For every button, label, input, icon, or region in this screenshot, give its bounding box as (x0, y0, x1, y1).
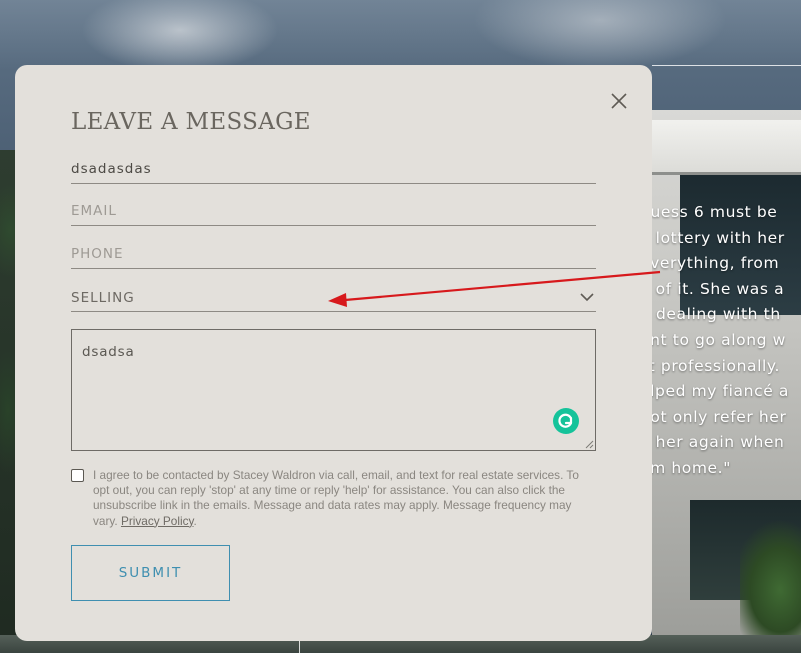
consent-text: I agree to be contacted by Stacey Waldro… (93, 468, 597, 529)
inquiry-type-select[interactable]: SELLING (71, 280, 596, 312)
testimonial-line: ent to go along w (640, 330, 786, 349)
testimonial-line: not only refer her (640, 407, 787, 426)
email-field-wrapper (71, 194, 596, 226)
testimonial-line: e her again when (640, 433, 785, 452)
shrubbery (740, 520, 801, 653)
testimonial-line: am home." (640, 458, 731, 477)
testimonial-line: e of it. She was a (640, 279, 785, 298)
sky-clouds (0, 0, 801, 70)
chevron-down-icon (580, 293, 594, 302)
phone-field[interactable] (71, 237, 596, 268)
testimonial-text: guess 6 must be e lottery with her every… (640, 200, 801, 482)
testimonial-line: elped my fiancé a (640, 382, 789, 401)
submit-button[interactable]: SUBMIT (71, 545, 230, 601)
consent-checkbox[interactable] (71, 469, 84, 482)
message-textarea-wrapper: dsadsa (71, 329, 596, 451)
consent-period: . (193, 513, 197, 528)
grammarly-icon[interactable] (553, 408, 579, 434)
testimonial-line: n dealing with th (640, 305, 781, 324)
message-textarea[interactable]: dsadsa (72, 330, 595, 450)
resize-handle-icon[interactable] (585, 440, 594, 449)
testimonial-line: everything, from (640, 254, 780, 273)
close-button[interactable] (608, 90, 630, 112)
testimonial-line: guess 6 must be (640, 203, 778, 221)
privacy-policy-link[interactable]: Privacy Policy (121, 514, 194, 528)
inquiry-type-value: SELLING (71, 290, 135, 306)
name-field-wrapper (71, 152, 596, 184)
name-field[interactable] (71, 152, 596, 183)
email-field[interactable] (71, 194, 596, 225)
phone-field-wrapper (71, 237, 596, 269)
modal-title: LEAVE A MESSAGE (71, 109, 311, 135)
decorative-horizontal-line (652, 65, 801, 66)
close-icon (611, 93, 627, 109)
house-roof (652, 120, 801, 175)
testimonial-line: st professionally. (640, 356, 780, 375)
leave-message-modal: LEAVE A MESSAGE SELLING dsadsa I agree t… (15, 65, 652, 641)
testimonial-line: e lottery with her (640, 228, 785, 247)
